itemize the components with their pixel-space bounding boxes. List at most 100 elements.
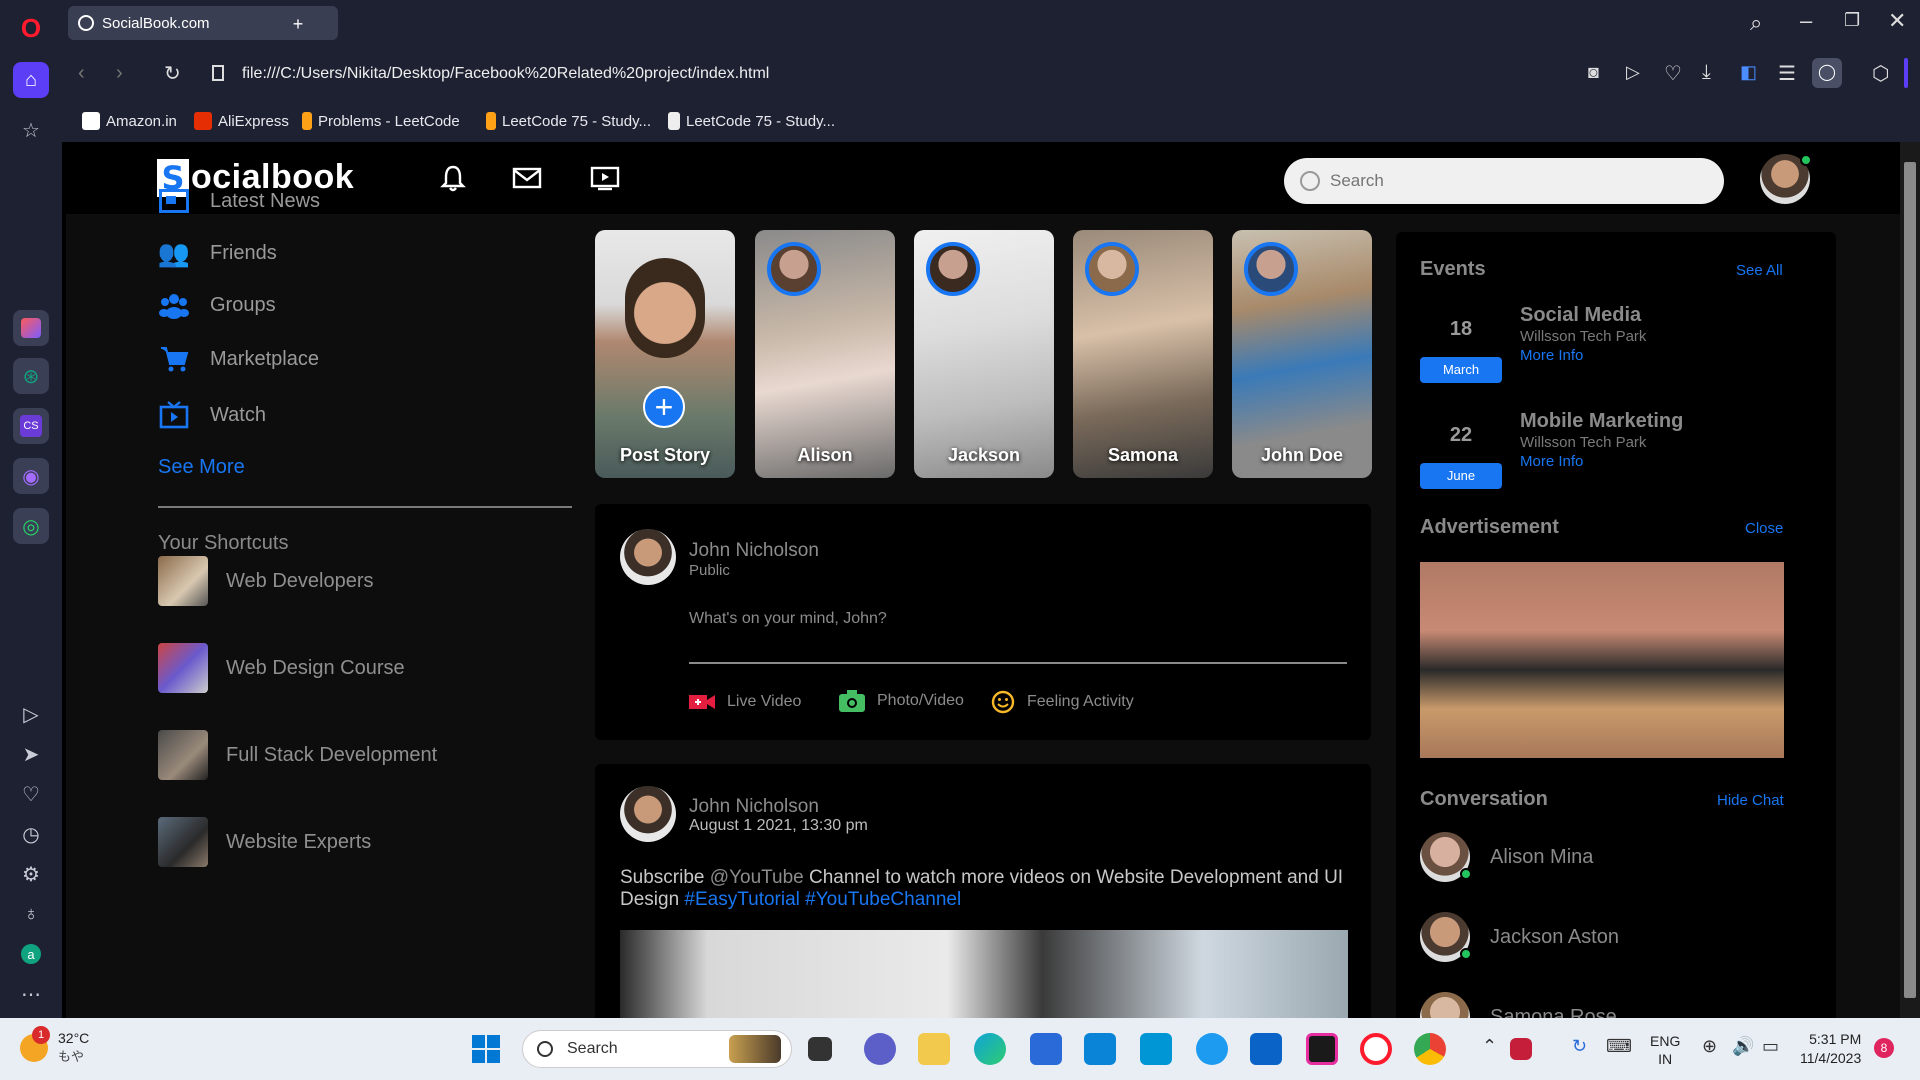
download-icon[interactable]: ⤓ bbox=[1702, 61, 1711, 84]
forward-icon[interactable]: › bbox=[116, 62, 123, 85]
flow-icon[interactable]: ▷ bbox=[1626, 62, 1640, 83]
notification-badge[interactable]: 8 bbox=[1874, 1038, 1894, 1058]
ad-close-link[interactable]: Close bbox=[1745, 520, 1783, 537]
task-view-icon[interactable] bbox=[808, 1037, 832, 1061]
shortcut-web-design-course[interactable]: Web Design Course bbox=[158, 643, 405, 693]
page-scrollbar[interactable] bbox=[1900, 142, 1920, 1018]
sidebar-item-friends[interactable]: 👥 Friends bbox=[158, 238, 277, 268]
star-icon[interactable]: ☆ bbox=[13, 112, 49, 148]
messenger-icon[interactable]: ◉ bbox=[13, 458, 49, 494]
home-icon[interactable]: ⌂ bbox=[13, 62, 49, 98]
story-john-doe[interactable]: John Doe bbox=[1232, 230, 1372, 478]
bookmark-aliexpress[interactable]: AliExpress bbox=[194, 112, 289, 130]
url-field[interactable]: file:///C:/Users/Nikita/Desktop/Facebook… bbox=[242, 65, 769, 83]
battery-icon[interactable]: ◧ bbox=[1740, 62, 1757, 83]
heart-bar-icon[interactable]: ♡ bbox=[1664, 61, 1682, 86]
more-icon[interactable]: ⋯ bbox=[13, 976, 49, 1012]
sidebar-item-watch[interactable]: Watch bbox=[158, 400, 266, 430]
add-story-icon[interactable]: + bbox=[643, 386, 685, 428]
language-indicator[interactable]: ENG IN bbox=[1650, 1032, 1680, 1068]
see-more-link[interactable]: See More bbox=[158, 456, 245, 479]
opera-taskbar-icon[interactable] bbox=[1360, 1033, 1392, 1065]
file-explorer-icon[interactable] bbox=[918, 1033, 950, 1065]
profile-icon[interactable]: ◯ bbox=[1812, 58, 1842, 88]
settings-icon[interactable]: ⚙ bbox=[13, 856, 49, 892]
story-samona[interactable]: Samona bbox=[1073, 230, 1213, 478]
post-mention[interactable]: @YouTube bbox=[710, 867, 804, 888]
send-icon[interactable]: ➤ bbox=[13, 736, 49, 772]
mail-app-icon[interactable] bbox=[1250, 1033, 1282, 1065]
scroll-thumb[interactable] bbox=[1904, 162, 1916, 998]
story-alison[interactable]: Alison bbox=[755, 230, 895, 478]
lightbulb-icon[interactable]: ♁ bbox=[13, 896, 49, 932]
player-icon[interactable]: ▷ bbox=[13, 696, 49, 732]
tray-sync-icon[interactable]: ↻ bbox=[1572, 1036, 1587, 1057]
video-icon[interactable] bbox=[590, 164, 620, 192]
extensions-icon[interactable]: ⬡ bbox=[1872, 61, 1889, 86]
contact-jackson-aston[interactable]: Jackson Aston bbox=[1420, 912, 1619, 962]
hashtag-link[interactable]: #EasyTutorial bbox=[684, 889, 799, 910]
hp-icon[interactable] bbox=[1140, 1033, 1172, 1065]
bell-icon[interactable] bbox=[438, 164, 468, 192]
back-icon[interactable]: ‹ bbox=[78, 62, 85, 85]
battery-status-icon[interactable]: ▭ bbox=[1762, 1036, 1779, 1057]
teams-chat-icon[interactable] bbox=[864, 1033, 896, 1065]
clock[interactable]: 5:31 PM 11/4/2023 bbox=[1800, 1030, 1861, 1068]
bookmark-leetcode-problems[interactable]: Problems - LeetCode bbox=[302, 112, 460, 130]
bookmark-leetcode-75-file[interactable]: LeetCode 75 - Study... bbox=[668, 112, 835, 130]
shortcut-web-developers[interactable]: Web Developers bbox=[158, 556, 373, 606]
new-tab-icon[interactable]: + bbox=[286, 12, 310, 36]
see-all-link[interactable]: See All bbox=[1736, 262, 1783, 279]
composer-input[interactable]: What's on your mind, John? bbox=[689, 610, 887, 628]
weather-widget[interactable]: 1 32°C もや bbox=[20, 1025, 89, 1065]
tray-app-icon[interactable] bbox=[1510, 1038, 1532, 1060]
heart-icon[interactable]: ♡ bbox=[13, 776, 49, 812]
start-icon[interactable] bbox=[472, 1035, 500, 1063]
store-icon[interactable] bbox=[1030, 1033, 1062, 1065]
search-box[interactable] bbox=[1284, 158, 1724, 204]
event-more-info[interactable]: More Info bbox=[1520, 453, 1583, 470]
event-more-info[interactable]: More Info bbox=[1520, 347, 1583, 364]
bookmark-amazon[interactable]: Amazon.in bbox=[82, 112, 177, 130]
bookmark-leetcode-75[interactable]: LeetCode 75 - Study... bbox=[486, 112, 651, 130]
whatsapp-icon[interactable]: ◎ bbox=[13, 508, 49, 544]
cs-icon[interactable]: CS bbox=[13, 408, 49, 444]
photo-video-action[interactable]: Photo/Video bbox=[839, 690, 964, 712]
chrome-icon[interactable] bbox=[1414, 1033, 1446, 1065]
sidebar-item-groups[interactable]: Groups bbox=[158, 290, 276, 320]
shortcut-website-experts[interactable]: Website Experts bbox=[158, 817, 371, 867]
hide-chat-link[interactable]: Hide Chat bbox=[1717, 792, 1784, 809]
contact-samona-rose[interactable]: Samona Rose bbox=[1420, 992, 1617, 1018]
extension-a-icon[interactable]: a bbox=[13, 936, 49, 972]
vscode-icon[interactable] bbox=[1084, 1033, 1116, 1065]
advertisement-image[interactable] bbox=[1420, 562, 1784, 758]
menu-icon[interactable]: ☰ bbox=[1778, 61, 1796, 86]
aria-icon[interactable] bbox=[13, 310, 49, 346]
tray-keyboard-icon[interactable]: ⌨ bbox=[1606, 1036, 1632, 1057]
edge-icon[interactable] bbox=[974, 1033, 1006, 1065]
reload-icon[interactable]: ↻ bbox=[164, 61, 181, 86]
feeling-activity-action[interactable]: Feeling Activity bbox=[991, 690, 1134, 714]
messenger-app-icon[interactable] bbox=[1196, 1033, 1228, 1065]
history-icon[interactable]: ◷ bbox=[13, 816, 49, 852]
network-icon[interactable]: ⊕ bbox=[1702, 1036, 1717, 1057]
opera-logo-icon[interactable]: O bbox=[13, 10, 49, 46]
live-video-action[interactable]: Live Video bbox=[689, 692, 801, 712]
close-window-icon[interactable]: ✕ bbox=[1888, 8, 1906, 34]
search-tabs-icon[interactable]: ⌕ bbox=[1750, 10, 1762, 36]
shortcut-full-stack[interactable]: Full Stack Development bbox=[158, 730, 437, 780]
sidebar-item-latest-news[interactable]: Latest News bbox=[158, 186, 320, 216]
volume-icon[interactable]: 🔊 bbox=[1732, 1036, 1754, 1057]
minimize-icon[interactable]: – bbox=[1800, 8, 1812, 34]
search-input[interactable] bbox=[1330, 171, 1690, 191]
story-jackson[interactable]: Jackson bbox=[914, 230, 1054, 478]
story-post[interactable]: + Post Story bbox=[595, 230, 735, 478]
camera-icon[interactable]: ◙ bbox=[1588, 62, 1599, 83]
sidebar-item-marketplace[interactable]: Marketplace bbox=[158, 344, 319, 374]
opera-gx-icon[interactable] bbox=[1306, 1033, 1338, 1065]
taskbar-search[interactable]: Search bbox=[522, 1030, 792, 1068]
post-author[interactable]: John Nicholson bbox=[689, 796, 819, 818]
chatgpt-icon[interactable]: ⊛ bbox=[13, 358, 49, 394]
mail-icon[interactable] bbox=[512, 164, 542, 192]
tray-chevron-icon[interactable]: ⌃ bbox=[1482, 1036, 1497, 1057]
